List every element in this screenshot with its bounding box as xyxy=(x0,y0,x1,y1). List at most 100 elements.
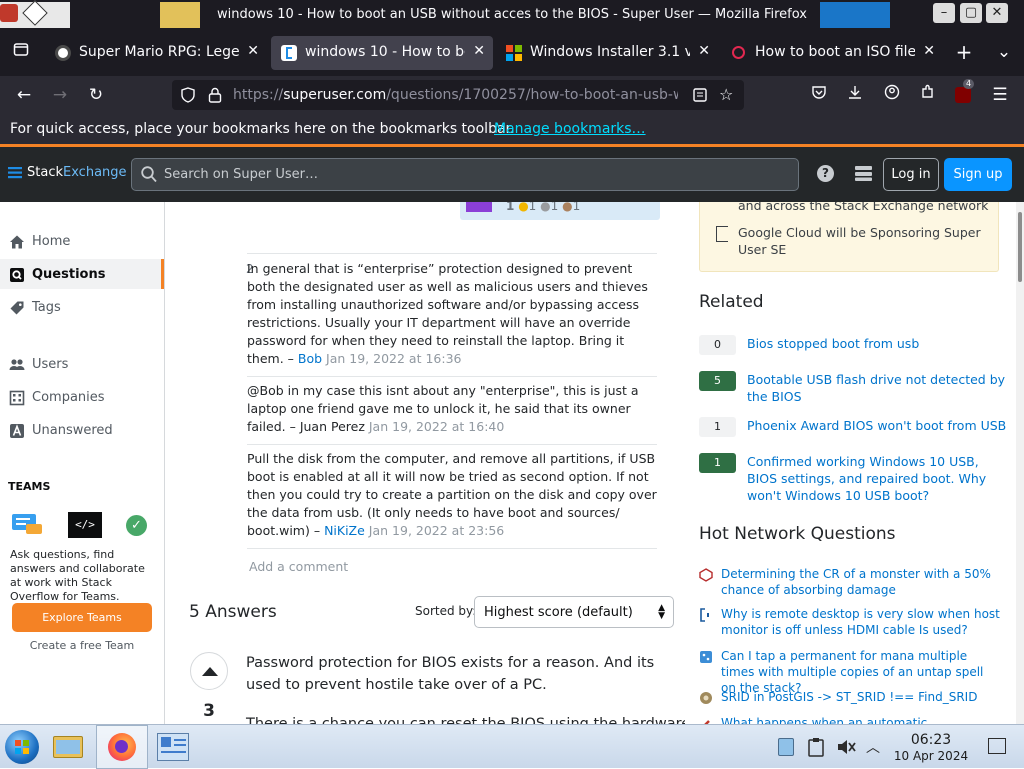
create-free-team-link[interactable]: Create a free Team xyxy=(12,639,152,652)
start-button[interactable] xyxy=(5,730,39,764)
upvote-button[interactable] xyxy=(190,652,228,690)
logo-text-exchange: Exchange xyxy=(63,165,127,180)
search-icon xyxy=(141,166,157,187)
hot-network-link[interactable]: Why is remote desktop is very slow when … xyxy=(721,606,1001,638)
superuser-logo-icon xyxy=(716,226,728,242)
list-all-tabs-button[interactable]: ⌄ xyxy=(991,40,1017,64)
meta-notice-text[interactable]: and across the Stack Exchange network xyxy=(738,202,988,213)
select-arrows-icon: ▲ ▼ xyxy=(658,603,665,621)
extensions-icon[interactable] xyxy=(915,83,941,107)
tray-expand-icon[interactable]: ︿ xyxy=(866,737,880,757)
tab-super-mario[interactable]: Super Mario RPG: Legend ✕ xyxy=(45,36,267,70)
network-tray-icon[interactable] xyxy=(778,738,794,756)
sidebar-item-label: Home xyxy=(32,234,71,249)
clock[interactable]: 06:23 10 Apr 2024 xyxy=(890,732,972,764)
show-desktop-icon[interactable] xyxy=(988,738,1006,754)
minimize-button[interactable]: – xyxy=(933,3,955,23)
gis-site-icon xyxy=(699,691,713,705)
volume-muted-icon[interactable] xyxy=(836,737,856,757)
left-sidebar: Home Questions Tags Users Companies Unan… xyxy=(0,202,165,724)
bronze-badge-icon: ● xyxy=(562,202,573,213)
reload-button[interactable]: ↻ xyxy=(83,83,109,107)
menu-icon[interactable]: ☰ xyxy=(987,83,1013,107)
sidebar-item-users[interactable]: Users xyxy=(0,349,164,379)
related-link[interactable]: Bootable USB flash drive not detected by… xyxy=(747,371,1007,405)
sidebar-item-questions[interactable]: Questions xyxy=(0,259,164,289)
sidebar-item-tags[interactable]: Tags xyxy=(0,292,164,322)
hot-network-link[interactable]: Determining the CR of a monster with a 5… xyxy=(721,566,1001,598)
close-tab-icon[interactable]: ✕ xyxy=(698,43,710,59)
meta-notice-link[interactable]: Google Cloud will be Sponsoring Super Us… xyxy=(738,224,983,258)
url-bar[interactable]: https://superuser.com/questions/1700257/… xyxy=(172,80,744,110)
downloads-icon[interactable] xyxy=(842,83,868,107)
mechanics-site-icon xyxy=(699,717,713,724)
tab-label: windows 10 - How to boot an xyxy=(305,44,465,60)
comment-divider xyxy=(247,376,657,377)
restore-button[interactable]: ▢ xyxy=(960,3,982,23)
firefox-taskbar-button[interactable] xyxy=(96,725,148,769)
comment-date[interactable]: Jan 19, 2022 at 23:56 xyxy=(369,523,504,538)
tab-overview-icon[interactable] xyxy=(8,40,34,64)
related-link[interactable]: Phoenix Award BIOS won't boot from USB xyxy=(747,417,1007,434)
ublock-icon[interactable]: 4 xyxy=(950,79,976,107)
pocket-icon[interactable] xyxy=(806,83,832,107)
signup-button[interactable]: Sign up xyxy=(944,158,1012,191)
add-comment-link[interactable]: Add a comment xyxy=(249,559,348,574)
comment: Pull the disk from the computer, and rem… xyxy=(247,450,657,540)
sidebar-item-home[interactable]: Home xyxy=(0,226,164,256)
url-text[interactable]: https://superuser.com/questions/1700257/… xyxy=(233,87,678,103)
tracking-shield-icon[interactable] xyxy=(180,87,196,107)
scrollbar-thumb[interactable] xyxy=(1018,212,1022,282)
bookmark-star-icon[interactable]: ☆ xyxy=(719,85,733,104)
back-button[interactable]: ← xyxy=(11,83,37,107)
close-button[interactable]: ✕ xyxy=(986,3,1008,23)
comment-user-link[interactable]: Bob xyxy=(298,351,322,366)
new-tab-button[interactable]: + xyxy=(951,40,977,64)
login-button[interactable]: Log in xyxy=(883,158,939,191)
clock-time: 06:23 xyxy=(910,732,952,748)
help-icon[interactable]: ? xyxy=(817,165,834,182)
sort-select[interactable]: Highest score (default) ▲ ▼ xyxy=(474,596,674,628)
related-link[interactable]: Confirmed working Windows 10 USB, BIOS s… xyxy=(747,453,1007,504)
sidebar-item-companies[interactable]: Companies xyxy=(0,382,164,412)
close-tab-icon[interactable]: ✕ xyxy=(473,43,485,59)
comment-divider xyxy=(247,548,657,549)
tab-windows-installer[interactable]: Windows Installer 3.1 v2 ✕ xyxy=(496,36,718,70)
extensions-badge: 4 xyxy=(963,79,975,89)
comment-dash: – xyxy=(283,351,298,366)
sidebar-item-unanswered[interactable]: Unanswered xyxy=(0,415,164,445)
clipboard-tray-icon[interactable] xyxy=(808,737,824,757)
comment-date[interactable]: Jan 19, 2022 at 16:40 xyxy=(369,419,504,434)
close-tab-icon[interactable]: ✕ xyxy=(923,43,935,59)
comment-user-link[interactable]: Juan Perez xyxy=(300,419,365,434)
forward-button[interactable]: → xyxy=(47,83,73,107)
control-panel-icon[interactable] xyxy=(157,733,189,761)
explore-teams-button[interactable]: Explore Teams xyxy=(12,603,152,632)
stackexchange-logo[interactable]: StackExchange xyxy=(27,165,127,180)
lock-icon[interactable] xyxy=(208,87,222,107)
reader-view-icon[interactable] xyxy=(692,87,708,107)
related-heading: Related xyxy=(699,292,764,312)
sidebar-item-label: Tags xyxy=(32,300,61,315)
file-manager-icon[interactable] xyxy=(53,732,85,760)
comment-date[interactable]: Jan 19, 2022 at 16:36 xyxy=(326,351,461,366)
page-scrollbar[interactable] xyxy=(1016,202,1024,724)
teams-check-icon: ✓ xyxy=(126,515,147,536)
comment-user-link[interactable]: NiKiZe xyxy=(324,523,365,538)
site-search-input[interactable]: Search on Super User… xyxy=(131,158,799,191)
hot-network-link[interactable]: What happens when an automatic transmiss… xyxy=(721,715,1001,724)
close-tab-icon[interactable]: ✕ xyxy=(247,43,259,59)
related-link[interactable]: Bios stopped boot from usb xyxy=(747,335,1007,352)
avatar[interactable] xyxy=(466,202,492,212)
bookmarks-hint: For quick access, place your bookmarks h… xyxy=(10,121,515,137)
user-card: 1 ●1 ●1 ●1 xyxy=(460,202,660,220)
main-content: 1 ●1 ●1 ●1 2 In general that is “enterpr… xyxy=(165,202,685,724)
site-switcher-icon[interactable] xyxy=(855,165,872,186)
tab-windows-10-boot[interactable]: windows 10 - How to boot an ✕ xyxy=(271,36,493,70)
stackexchange-menu-icon[interactable] xyxy=(8,166,22,184)
hot-network-link[interactable]: SRID in PostGIS -> ST_SRID !== Find_SRID xyxy=(721,689,1001,705)
superuser-favicon-icon xyxy=(281,45,297,61)
manage-bookmarks-link[interactable]: Manage bookmarks… xyxy=(494,121,646,137)
tab-boot-iso[interactable]: How to boot an ISO file w ✕ xyxy=(721,36,943,70)
account-icon[interactable] xyxy=(879,83,905,107)
